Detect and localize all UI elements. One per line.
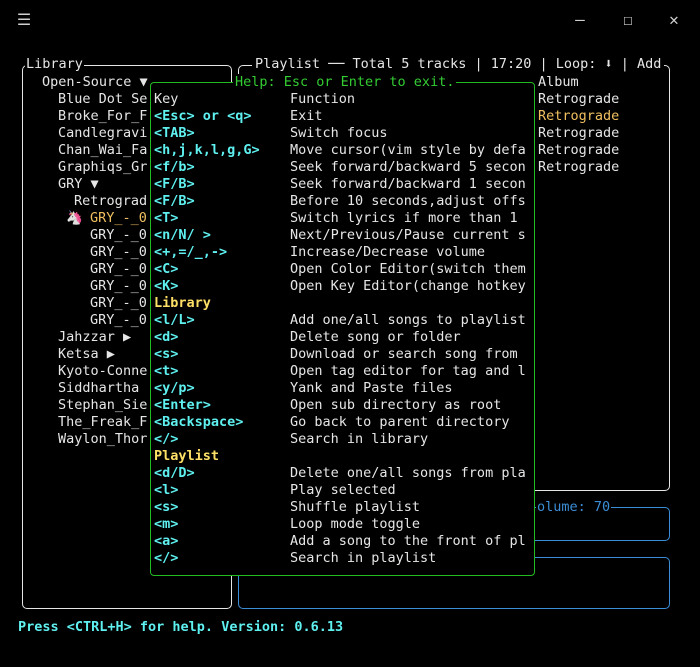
playlist-album-cell[interactable]: Retrograde	[538, 91, 619, 108]
library-title: Library	[25, 56, 84, 73]
library-item[interactable]: Candlegravi	[58, 125, 147, 142]
library-item[interactable]: The_Freak_F	[58, 414, 147, 431]
help-key: <d>	[154, 329, 179, 345]
help-function: Delete song or folder	[290, 329, 461, 345]
help-dialog[interactable]: Help: Esc or Enter to exit. Key Function…	[150, 74, 535, 576]
library-item[interactable]: 🦄 GRY_-_0	[66, 210, 147, 227]
library-item[interactable]: Blue Dot Se	[58, 91, 147, 108]
maximize-button[interactable]: ☐	[616, 8, 640, 32]
playlist-album-cell[interactable]: Retrograde	[538, 108, 619, 125]
playlist-album-cell[interactable]: Retrograde	[538, 125, 619, 142]
help-key: <s>	[154, 346, 179, 362]
help-function: Go back to parent directory	[290, 414, 510, 430]
help-header-key: Key	[154, 91, 179, 107]
playlist-album-cell[interactable]: Retrograde	[538, 159, 619, 176]
help-key: <d/D>	[154, 465, 195, 481]
library-item[interactable]: Ketsa ▶	[58, 346, 115, 363]
help-function: Search in library	[290, 431, 429, 447]
help-key: <K>	[154, 278, 179, 294]
help-function: Open sub directory as root	[290, 397, 502, 413]
help-section-title: Playlist	[154, 448, 220, 464]
help-key: <C>	[154, 261, 179, 277]
close-button[interactable]: ✕	[662, 8, 686, 32]
help-key: <n/N/ >	[154, 227, 211, 243]
window-titlebar: ☰ — ☐ ✕	[0, 0, 700, 40]
help-function: Loop mode toggle	[290, 516, 421, 532]
help-header-function: Function	[290, 91, 356, 107]
library-item[interactable]: GRY_-_0	[90, 261, 147, 278]
help-key: <Backspace>	[154, 414, 244, 430]
help-function: Add a song to the front of pl	[290, 533, 526, 549]
library-item[interactable]: Kyoto-Conne	[58, 363, 147, 380]
playlist-album-cell[interactable]: Retrograde	[538, 142, 619, 159]
library-item[interactable]: GRY_-_0	[90, 227, 147, 244]
library-item[interactable]: GRY_-_0	[90, 278, 147, 295]
help-key: <Esc> or <q>	[154, 108, 252, 124]
help-function: Move cursor(vim style by defa	[290, 142, 526, 158]
help-key: <Enter>	[154, 397, 211, 413]
help-key: <F/B>	[154, 193, 195, 209]
help-function: Delete one/all songs from pla	[290, 465, 526, 481]
help-function: Increase/Decrease volume	[290, 244, 486, 260]
help-key: <s>	[154, 499, 179, 515]
help-function: Open Color Editor(switch them	[290, 261, 526, 277]
library-item[interactable]: GRY_-_0	[90, 312, 147, 329]
help-function: Switch lyrics if more than 1	[290, 210, 518, 226]
help-key: </>	[154, 431, 179, 447]
library-item[interactable]: Retrograd	[74, 193, 147, 210]
help-function: Exit	[290, 108, 323, 124]
help-function: Seek forward/backward 1 secon	[290, 176, 526, 192]
help-function: Shuffle playlist	[290, 499, 421, 515]
help-function: Open tag editor for tag and l	[290, 363, 526, 379]
menu-icon[interactable]: ☰	[12, 8, 36, 32]
library-item[interactable]: GRY_-_0	[90, 295, 147, 312]
library-item[interactable]: Open-Source ▼	[42, 74, 148, 91]
help-key: <F/B>	[154, 176, 195, 192]
library-item[interactable]: GRY_-_0	[90, 244, 147, 261]
help-section-title: Library	[154, 295, 211, 311]
minimize-button[interactable]: —	[568, 8, 592, 32]
help-key: <m>	[154, 516, 179, 532]
library-item[interactable]: Graphiqs_Gr	[58, 159, 147, 176]
help-key: <TAB>	[154, 125, 195, 141]
playlist-header: Playlist ── Total 5 tracks | 17:20 | Loo…	[252, 56, 665, 73]
help-function: Open Key Editor(change hotkey	[290, 278, 526, 294]
help-function: Switch focus	[290, 125, 388, 141]
album-column-header: Album	[538, 74, 579, 90]
help-title: Help: Esc or Enter to exit.	[233, 74, 457, 91]
help-key: <a>	[154, 533, 179, 549]
library-item[interactable]: Siddhartha	[58, 380, 139, 397]
library-item-label: GRY_-_0	[90, 210, 147, 226]
help-key: <l/L>	[154, 312, 195, 328]
help-function: Yank and Paste files	[290, 380, 453, 396]
help-function: Seek forward/backward 5 secon	[290, 159, 526, 175]
help-key: <t>	[154, 363, 179, 379]
library-item[interactable]: Stephan_Sie	[58, 397, 147, 414]
help-key: </>	[154, 550, 179, 566]
help-key: <l>	[154, 482, 179, 498]
footer-help-text: Press <CTRL+H> for help. Version: 0.6.13	[18, 619, 344, 635]
library-item[interactable]: GRY ▼	[58, 176, 99, 193]
help-key: <T>	[154, 210, 179, 226]
library-item[interactable]: Broke_For_F	[58, 108, 147, 125]
library-item[interactable]: Chan_Wai_Fa	[58, 142, 147, 159]
help-function: Play selected	[290, 482, 396, 498]
help-function: Download or search song from	[290, 346, 518, 362]
volume-label: olume: 70	[536, 499, 612, 516]
help-function: Add one/all songs to playlist	[290, 312, 526, 328]
help-function: Search in playlist	[290, 550, 437, 566]
help-key: <h,j,k,l,g,G>	[154, 142, 260, 158]
help-key: <y/p>	[154, 380, 195, 396]
help-key: <f/b>	[154, 159, 195, 175]
help-key: <+,=/_,->	[154, 244, 228, 260]
help-function: Before 10 seconds,adjust offs	[290, 193, 526, 209]
unicorn-icon: 🦄	[66, 210, 91, 226]
library-item[interactable]: Waylon_Thor	[58, 431, 147, 448]
library-item[interactable]: Jahzzar ▶	[58, 329, 131, 346]
help-function: Next/Previous/Pause current s	[290, 227, 526, 243]
